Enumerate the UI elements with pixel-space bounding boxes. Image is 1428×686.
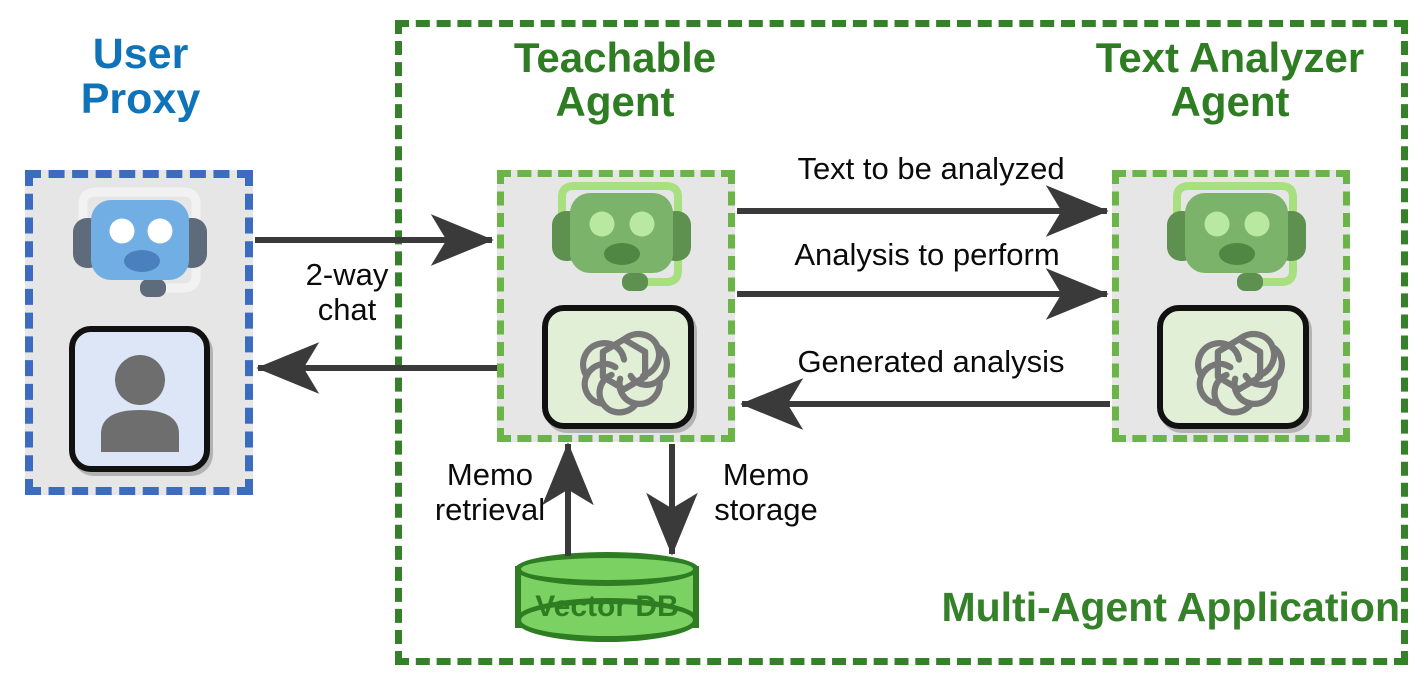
edge-label-analysis-to-perform: Analysis to perform [794, 237, 1060, 272]
user-avatar-icon [101, 355, 179, 452]
vector-db-label: Vector DB [535, 590, 679, 623]
vector-db-cylinder-top [515, 552, 699, 586]
openai-logo-icon [580, 330, 670, 416]
diagram-canvas: User Proxy Teachable Agent Text Analyzer… [0, 0, 1428, 686]
user-avatar-panel [69, 326, 210, 472]
openai-logo-icon [1195, 330, 1285, 416]
vector-db-node: Vector DB [515, 552, 699, 642]
text-analyzer-agent-title: Text Analyzer Agent [1095, 34, 1365, 126]
user-proxy-title: User Proxy [80, 30, 201, 124]
openai-model-panel-teachable [542, 305, 694, 429]
edge-label-memo-retrieval: Memo retrieval [434, 457, 546, 527]
teachable-agent-title: Teachable Agent [513, 34, 717, 126]
green-robot-headset-icon [1167, 182, 1306, 291]
edge-label-generated-analysis: Generated analysis [797, 344, 1065, 379]
user-proxy-card [25, 170, 253, 495]
green-robot-headset-icon [552, 182, 691, 291]
blue-robot-headset-icon [73, 187, 207, 297]
edge-label-two-way-chat: 2-way chat [305, 257, 389, 327]
edge-label-text-to-be-analyzed: Text to be analyzed [797, 151, 1065, 186]
edge-label-memo-storage: Memo storage [714, 457, 818, 527]
openai-model-panel-analyzer [1157, 305, 1309, 429]
text-analyzer-agent-card [1112, 170, 1350, 442]
multi-agent-application-label: Multi-Agent Application [941, 584, 1400, 630]
teachable-agent-card [497, 170, 735, 442]
